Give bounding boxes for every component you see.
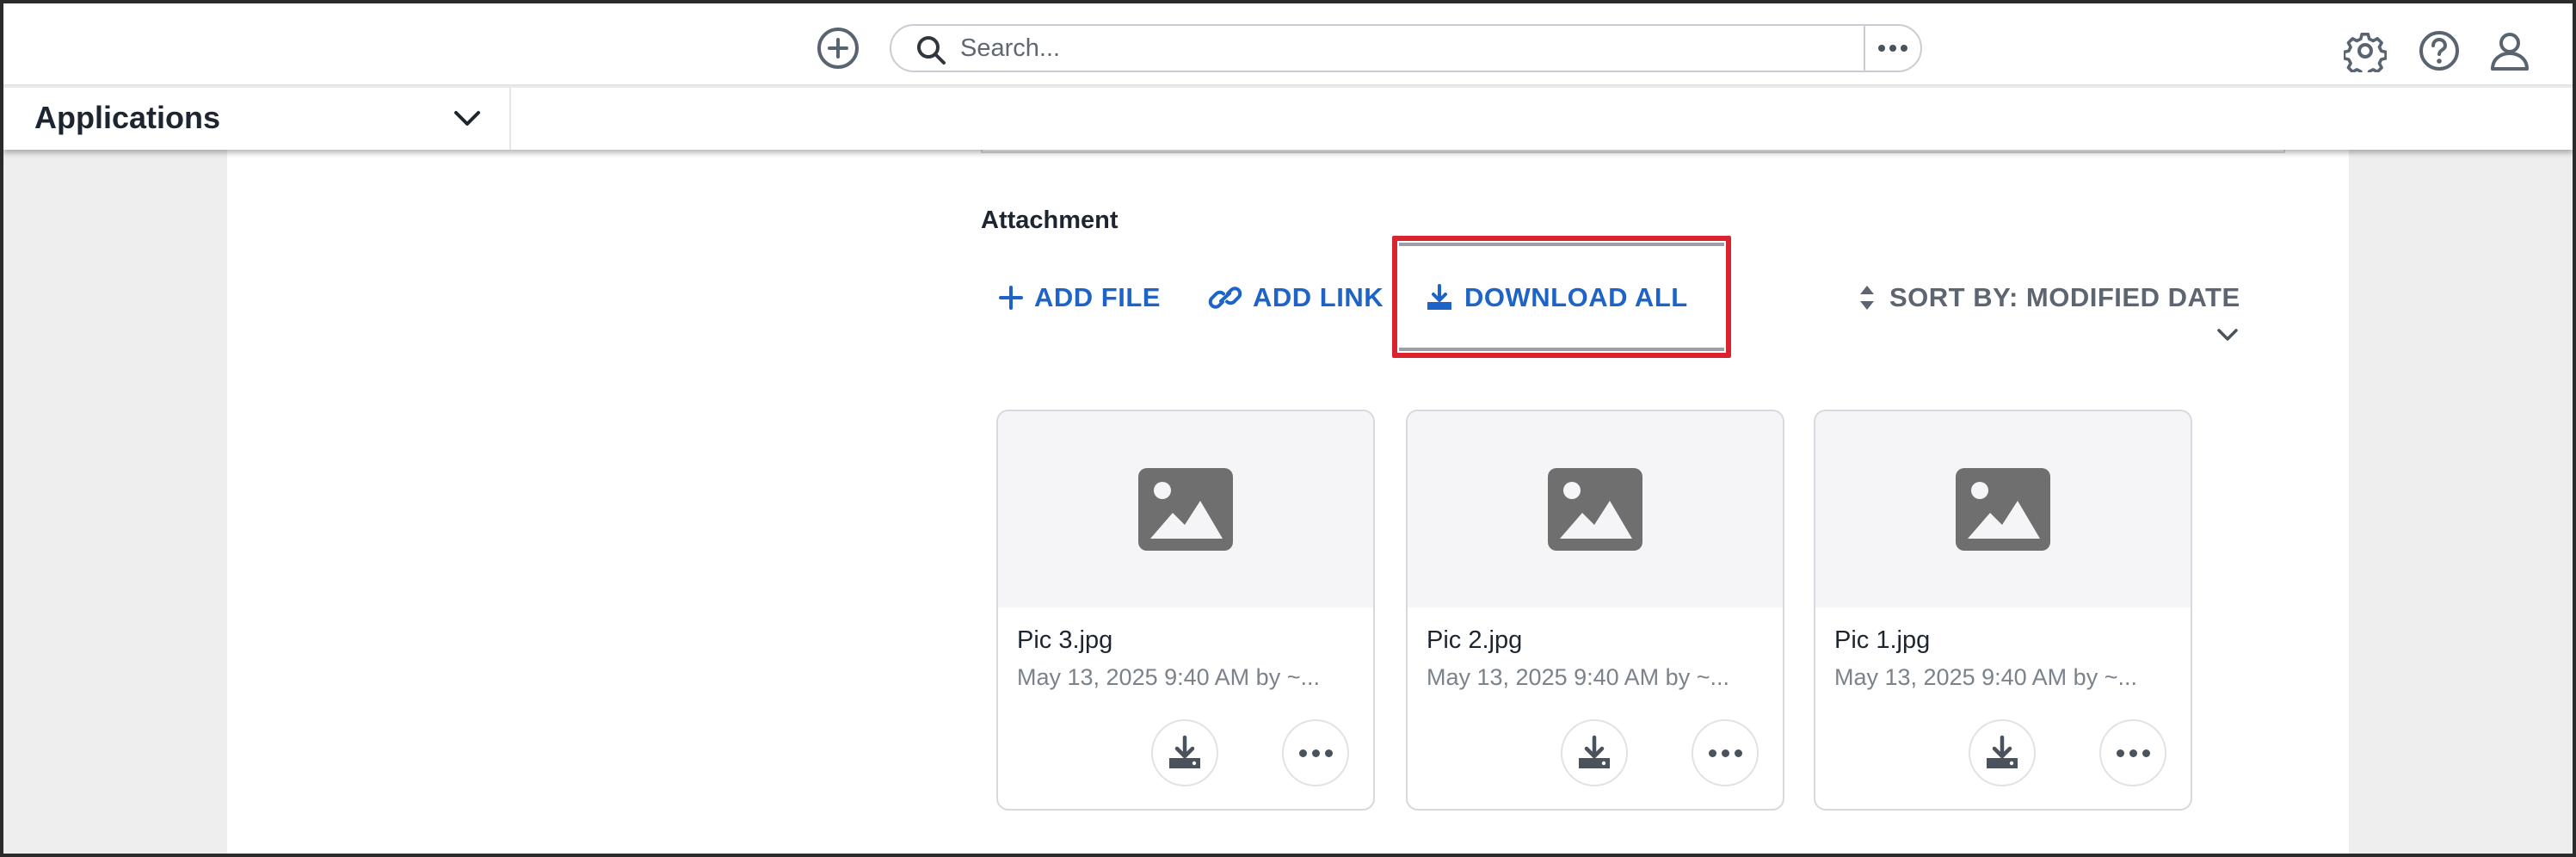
image-icon	[1956, 468, 2050, 551]
add-file-label: ADD FILE	[1034, 282, 1161, 312]
user-icon[interactable]	[2488, 29, 2531, 72]
sort-icon	[1860, 286, 1874, 310]
file-meta: May 13, 2025 9:40 AM by ~...	[1427, 664, 1729, 690]
image-thumbnail	[1408, 411, 1783, 607]
download-all-button[interactable]: DOWNLOAD ALL	[1425, 277, 1688, 318]
search-bar	[890, 24, 1922, 72]
search-icon	[917, 36, 946, 65]
more-options-button[interactable]	[1692, 719, 1759, 786]
download-all-label: DOWNLOAD ALL	[1464, 282, 1688, 312]
add-link-label: ADD LINK	[1253, 282, 1384, 312]
image-thumbnail	[1815, 411, 2191, 607]
plus-circle-icon[interactable]	[817, 28, 859, 69]
file-name: Pic 2.jpg	[1427, 626, 1523, 654]
image-thumbnail	[998, 411, 1373, 607]
ellipsis-icon	[1708, 749, 1716, 757]
download-file-button[interactable]	[1151, 719, 1218, 786]
image-icon	[1138, 468, 1233, 551]
applications-bar: Applications	[3, 88, 2573, 150]
sort-dropdown[interactable]: SORT BY: MODIFIED DATE	[1858, 277, 2240, 318]
ellipsis-icon	[1878, 45, 1885, 52]
download-icon	[1169, 735, 1200, 768]
chevron-down-icon[interactable]	[2216, 327, 2239, 342]
gear-icon[interactable]	[2344, 29, 2387, 72]
plus-icon	[999, 286, 1023, 310]
sort-label: SORT BY: MODIFIED DATE	[1889, 282, 2240, 312]
file-name: Pic 3.jpg	[1017, 626, 1113, 654]
add-link-button[interactable]: ADD LINK	[1208, 277, 1384, 318]
file-meta: May 13, 2025 9:40 AM by ~...	[1834, 664, 2137, 690]
attachment-card[interactable]: Pic 1.jpg May 13, 2025 9:40 AM by ~...	[1814, 410, 2192, 811]
applications-dropdown[interactable]: Applications	[3, 88, 511, 150]
ellipsis-icon	[2116, 749, 2124, 757]
applications-label: Applications	[34, 100, 221, 135]
file-meta: May 13, 2025 9:40 AM by ~...	[1017, 664, 1320, 690]
image-icon	[1548, 468, 1642, 551]
link-icon	[1208, 287, 1242, 309]
more-options-button[interactable]	[2099, 719, 2166, 786]
attachment-card[interactable]: Pic 3.jpg May 13, 2025 9:40 AM by ~...	[996, 410, 1375, 811]
download-icon	[1987, 735, 2018, 768]
download-icon	[1427, 284, 1451, 310]
help-icon[interactable]	[2418, 29, 2461, 72]
top-navigation-bar	[3, 3, 2573, 86]
file-name: Pic 1.jpg	[1834, 626, 1931, 654]
chevron-down-icon	[454, 111, 480, 126]
attachment-section-title: Attachment	[981, 207, 1119, 234]
previous-section-edge	[981, 150, 2285, 153]
download-file-button[interactable]	[1969, 719, 2036, 786]
ellipsis-icon	[1298, 749, 1307, 757]
attachment-card[interactable]: Pic 2.jpg May 13, 2025 9:40 AM by ~...	[1406, 410, 1784, 811]
download-file-button[interactable]	[1561, 719, 1628, 786]
add-file-button[interactable]: ADD FILE	[998, 277, 1161, 318]
download-icon	[1579, 735, 1610, 768]
search-input[interactable]	[960, 31, 1821, 65]
search-options-button[interactable]	[1864, 26, 1920, 71]
more-options-button[interactable]	[1282, 719, 1349, 786]
